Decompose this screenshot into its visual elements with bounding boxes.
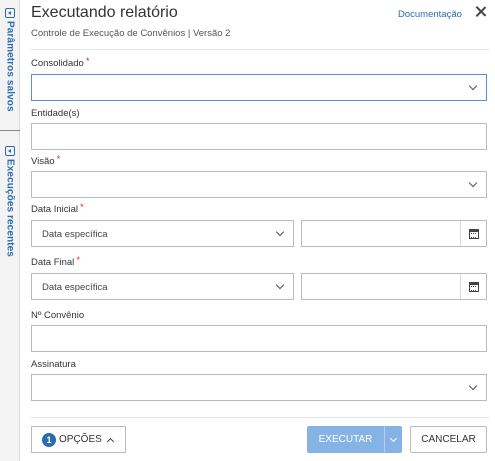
tab-recent-executions-label: Execuções recentes bbox=[4, 159, 16, 257]
calendar-button[interactable] bbox=[460, 221, 486, 246]
rail-divider bbox=[0, 130, 20, 131]
data-inicial-mode-select[interactable]: Data específica bbox=[31, 220, 294, 247]
report-panel: Executando relatório Controle de Execuçã… bbox=[20, 0, 495, 461]
options-count-badge: 1 bbox=[42, 432, 56, 447]
chevron-up-icon bbox=[106, 437, 114, 445]
execute-button[interactable]: EXECUTAR bbox=[307, 426, 384, 453]
consolidado-label: Consolidado * bbox=[31, 56, 90, 69]
entidades-input[interactable] bbox=[31, 123, 487, 150]
required-marker: * bbox=[76, 255, 81, 266]
assinatura-select[interactable] bbox=[31, 374, 487, 401]
visao-label: Visão * bbox=[31, 154, 61, 167]
chevron-down-icon bbox=[468, 178, 478, 188]
tab-recent-executions[interactable]: Execuções recentes bbox=[0, 146, 20, 257]
consolidado-select[interactable] bbox=[31, 74, 487, 101]
chevron-down-icon bbox=[468, 381, 478, 391]
documentation-link[interactable]: Documentação bbox=[398, 9, 462, 20]
chevron-down-icon bbox=[389, 434, 397, 442]
collapse-left-icon bbox=[5, 146, 15, 156]
convenio-input[interactable] bbox=[31, 325, 487, 352]
header-divider bbox=[31, 49, 489, 50]
tab-saved-parameters[interactable]: Parâmetros salvos bbox=[0, 8, 20, 112]
convenio-label: Nº Convênio bbox=[31, 310, 85, 321]
chevron-down-icon bbox=[275, 280, 285, 290]
footer-divider bbox=[31, 417, 489, 418]
calendar-button[interactable] bbox=[460, 274, 486, 299]
options-button-label: OPÇÕES bbox=[59, 434, 102, 445]
data-inicial-date-input[interactable] bbox=[301, 220, 487, 247]
data-inicial-label: Data Inicial * bbox=[31, 202, 84, 215]
data-final-mode-select[interactable]: Data específica bbox=[31, 273, 294, 300]
cancel-button[interactable]: CANCELAR bbox=[410, 426, 487, 453]
entidades-label: Entidade(s) bbox=[31, 108, 80, 119]
calendar-icon bbox=[468, 281, 479, 292]
report-subtitle: Controle de Execução de Convênios | Vers… bbox=[31, 28, 231, 39]
required-marker: * bbox=[80, 202, 84, 213]
side-tab-rail: Parâmetros salvos Execuções recentes bbox=[0, 0, 20, 461]
collapse-left-icon bbox=[5, 8, 15, 18]
required-marker: * bbox=[85, 56, 90, 67]
data-final-date-input[interactable] bbox=[301, 273, 487, 300]
close-icon[interactable] bbox=[474, 5, 488, 19]
visao-select[interactable] bbox=[31, 171, 487, 198]
required-marker: * bbox=[56, 154, 61, 165]
chevron-down-icon bbox=[468, 81, 478, 91]
chevron-down-icon bbox=[275, 227, 285, 237]
data-final-label: Data Final * bbox=[31, 255, 81, 268]
page-title: Executando relatório bbox=[31, 4, 178, 21]
calendar-icon bbox=[468, 228, 479, 239]
execute-dropdown-button[interactable] bbox=[384, 426, 402, 453]
tab-saved-parameters-label: Parâmetros salvos bbox=[4, 21, 16, 112]
options-button[interactable]: 1 OPÇÕES bbox=[31, 426, 126, 453]
assinatura-label: Assinatura bbox=[31, 359, 76, 370]
